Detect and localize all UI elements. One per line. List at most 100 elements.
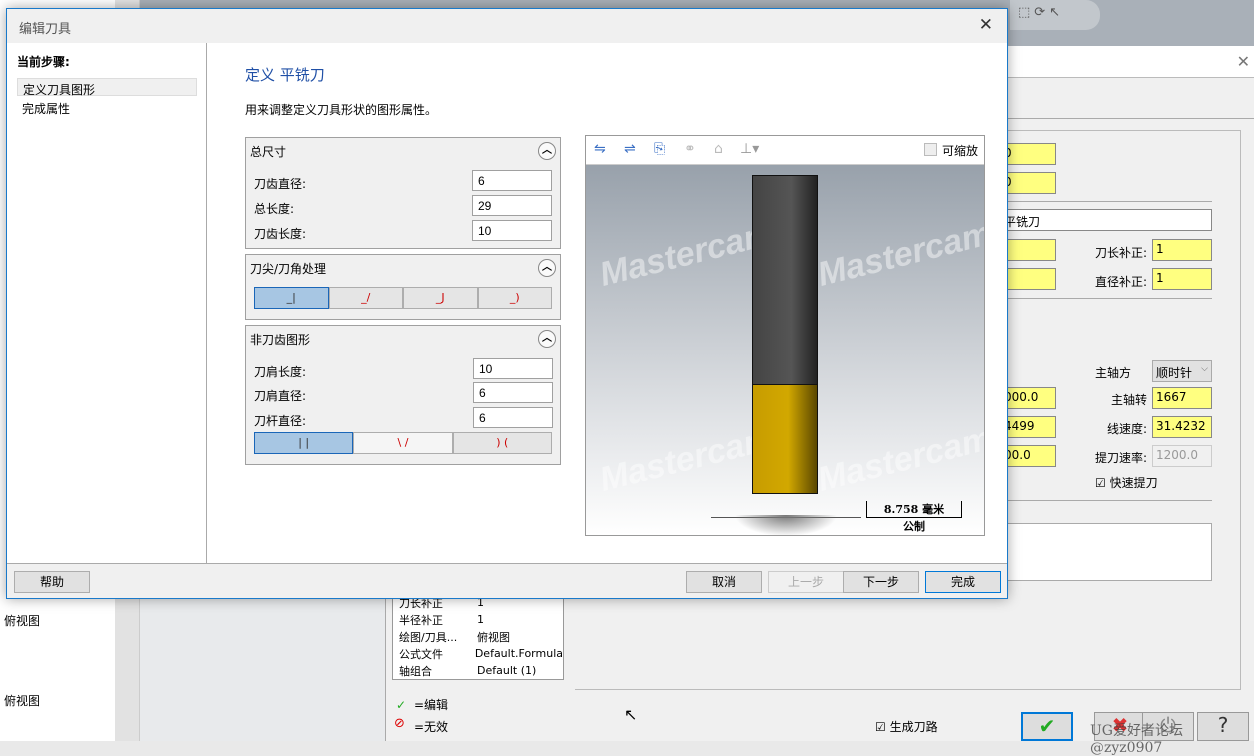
collapse-icon[interactable]: ︿	[538, 330, 556, 348]
watermark: Mastercam	[813, 419, 984, 499]
overall-length-input[interactable]	[472, 195, 552, 216]
steps-header: 当前步骤:	[17, 55, 70, 69]
cancel-button[interactable]: 取消	[686, 571, 762, 593]
cutting-diameter-input[interactable]	[472, 170, 552, 191]
surface-speed-field[interactable]: 31.4232	[1152, 416, 1212, 438]
label: 主轴转	[1110, 393, 1147, 407]
holder-icon: ⌂	[714, 141, 723, 157]
help-button[interactable]: 帮助	[14, 571, 90, 593]
label: 直径补正:	[1094, 275, 1147, 289]
corner-square-button[interactable]: _|	[254, 287, 329, 309]
page-title: 定义 平铣刀	[245, 66, 325, 84]
close-icon[interactable]: ✕	[1237, 52, 1250, 71]
back-button: 上一步	[768, 571, 844, 593]
flute-length-input[interactable]	[472, 220, 552, 241]
dialog-titlebar: 编辑刀具 ✕	[7, 9, 1007, 43]
prop-value: Default (1)	[477, 664, 537, 677]
prop-value: 1	[477, 613, 484, 626]
link-icon: ⚭	[684, 141, 696, 157]
prop-value: Default.Formula	[474, 647, 563, 660]
shank-tapered-button[interactable]: \ /	[353, 432, 453, 454]
corner-chamfer-button[interactable]: _/	[328, 287, 403, 309]
checkbox-label: 快速提刀	[1109, 476, 1158, 490]
shoulder-length-input[interactable]	[473, 358, 553, 379]
field[interactable]: 4499	[1000, 416, 1056, 438]
label: 提刀速率:	[1094, 451, 1147, 465]
shank-necked-button[interactable]: ) (	[452, 432, 552, 454]
field[interactable]: 0	[1000, 143, 1056, 165]
dialog-title: 编辑刀具	[19, 22, 72, 37]
collapse-icon[interactable]: ︿	[538, 142, 556, 160]
generate-toolpath-checkbox[interactable]: ☑ 生成刀路	[875, 718, 938, 735]
field-label: 刀肩长度:	[254, 365, 307, 379]
overall-dimensions-group: 总尺寸 ︿ 刀齿直径: 总长度: 刀齿长度:	[245, 137, 561, 249]
field[interactable]	[1000, 268, 1056, 290]
scalable-checkbox[interactable]	[924, 143, 937, 156]
watermark: Mastercam	[595, 419, 778, 499]
prop-label: 公式文件	[399, 647, 443, 661]
view-label: 俯视图	[4, 694, 41, 708]
comment-textarea[interactable]	[1000, 523, 1212, 581]
field[interactable]: 00.0	[1000, 445, 1056, 467]
legend-edit: =编辑	[414, 698, 449, 712]
tool-name-field[interactable]: 平铣刀	[1000, 209, 1212, 231]
prop-label: 轴组合	[399, 664, 432, 678]
import-icon[interactable]: ⇋	[594, 141, 606, 157]
label: 线速度:	[1106, 422, 1147, 436]
field-label: 刀齿直径:	[254, 177, 307, 191]
step-finish-properties[interactable]: 完成属性	[17, 98, 197, 116]
field[interactable]	[1000, 239, 1056, 261]
steps-panel: 当前步骤: 定义刀具图形 完成属性	[7, 43, 207, 563]
scalable-label: 可缩放	[942, 144, 979, 158]
field[interactable]: 0	[1000, 172, 1056, 194]
dimension-label: 8.758 毫米 公制	[866, 501, 962, 534]
label: 刀长补正:	[1094, 246, 1147, 260]
collapse-icon[interactable]: ︿	[538, 259, 556, 277]
diameter-offset-field[interactable]: 1	[1152, 268, 1212, 290]
prop-label: 绘图/刀具...	[399, 630, 458, 644]
tool-flute	[752, 384, 818, 494]
next-button[interactable]: 下一步	[843, 571, 919, 593]
selection-toolbar[interactable]: ⬚⟳↖	[1010, 0, 1100, 30]
corner-radius-button[interactable]: _)	[477, 287, 552, 309]
spindle-speed-field[interactable]: 1667	[1152, 387, 1212, 409]
retract-rate-field: 1200.0	[1152, 445, 1212, 467]
shank-straight-button[interactable]: | |	[254, 432, 354, 454]
watermark: Mastercam	[595, 214, 778, 294]
label: 主轴方	[1094, 366, 1131, 380]
invalid-icon: ⊘	[394, 716, 405, 731]
save-icon[interactable]: ⎘	[654, 141, 665, 157]
close-icon[interactable]: ✕	[979, 15, 993, 35]
dimension-value: 8.758 毫米	[866, 501, 962, 518]
select-value: 顺时针	[1156, 366, 1193, 380]
check-icon: ✓	[396, 698, 407, 712]
rapid-retract-checkbox[interactable]: ☑ 快速提刀	[1095, 474, 1158, 491]
field-label: 刀肩直径:	[254, 389, 307, 403]
tool-preview: ⇋ ⇌ ⎘ ⚭ ⌂ ⊥▾ 可缩放 Mastercam Mastercam Mas…	[585, 135, 985, 536]
export-icon[interactable]: ⇌	[624, 141, 636, 157]
legend-invalid: =无效	[414, 720, 449, 734]
field[interactable]: 000.0	[1000, 387, 1056, 409]
field-label: 刀杆直径:	[254, 414, 307, 428]
step-define-geometry[interactable]: 定义刀具图形	[17, 78, 197, 97]
spindle-direction-select[interactable]: 顺时针 ⌵	[1152, 360, 1212, 382]
tool-shank	[752, 175, 818, 385]
view-label: 俯视图	[4, 614, 41, 628]
finish-button[interactable]: 完成	[925, 571, 1001, 593]
shank-diameter-input[interactable]	[473, 407, 553, 428]
tool-dropdown-icon[interactable]: ⊥▾	[740, 141, 759, 157]
corner-small-radius-button[interactable]: _J	[403, 287, 478, 309]
group-title: 总尺寸	[250, 145, 287, 159]
prop-value: 俯视图	[477, 630, 510, 644]
properties-list: 刀长补正 1 半径补正 1 绘图/刀具... 俯视图 公式文件 Default.Form…	[392, 590, 564, 680]
field-label: 总长度:	[254, 202, 295, 216]
chevron-down-icon: ⌵	[1201, 364, 1208, 374]
length-offset-field[interactable]: 1	[1152, 239, 1212, 261]
shoulder-diameter-input[interactable]	[473, 382, 553, 403]
ok-button[interactable]: ✔	[1021, 712, 1073, 741]
checkbox-label: 生成刀路	[889, 720, 938, 734]
edit-tool-dialog: 编辑刀具 ✕ 当前步骤: 定义刀具图形 完成属性 定义 平铣刀 用来调整定义刀具形…	[6, 8, 1008, 599]
group-title: 非刀齿图形	[250, 333, 311, 347]
page-description: 用来调整定义刀具形状的图形属性。	[245, 103, 438, 117]
watermark: Mastercam	[813, 214, 984, 294]
